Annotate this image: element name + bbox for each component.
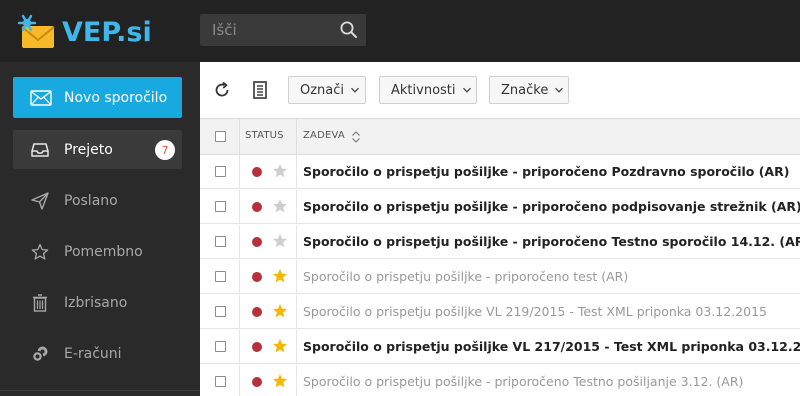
trash-icon [31,293,49,312]
sort-icon[interactable] [351,129,361,143]
select-all-checkbox[interactable] [215,131,226,142]
message-subject: Sporočilo o prispetju pošiljke - priporo… [303,269,629,284]
star-empty-icon[interactable] [272,233,288,249]
status-dot-icon [252,167,262,177]
tags-dropdown-button[interactable]: Značke [489,76,569,104]
row-checkbox[interactable] [215,341,226,352]
table-row[interactable]: Sporočilo o prispetju pošiljke VL 217/20… [200,330,800,364]
column-divider [239,225,240,259]
coins-icon [31,345,49,363]
search-icon[interactable] [339,20,359,40]
status-dot-icon [252,377,262,387]
inbox-icon [31,141,49,159]
star-filled-icon[interactable] [272,373,288,389]
column-divider [296,119,297,155]
column-divider [296,365,297,396]
column-header-status[interactable]: STATUS [245,130,284,141]
row-checkbox[interactable] [215,271,226,282]
column-divider [296,225,297,259]
chevron-down-icon [351,87,359,93]
column-divider [239,365,240,396]
mark-dropdown-button[interactable]: Označi [288,76,366,104]
status-dot-icon [252,307,262,317]
column-divider [296,260,297,294]
star-empty-icon[interactable] [272,163,288,179]
column-divider [239,190,240,224]
table-row[interactable]: Sporočilo o prispetju pošiljke - priporo… [200,260,800,294]
message-subject: Sporočilo o prispetju pošiljke - priporo… [303,199,800,214]
column-divider [239,260,240,294]
status-dot-icon [252,272,262,282]
star-icon [31,243,49,261]
document-list-icon[interactable] [250,80,270,100]
table-row[interactable]: Sporočilo o prispetju pošiljke - priporo… [200,365,800,396]
table-row[interactable]: Sporočilo o prispetju pošiljke - priporo… [200,190,800,224]
compose-label: Novo sporočilo [64,89,168,106]
column-divider [296,295,297,329]
mark-dropdown-label: Označi [300,82,345,98]
message-subject: Sporočilo o prispetju pošiljke VL 217/20… [303,339,800,354]
sidebar-item-label: Poslano [64,192,118,209]
envelope-logo-icon [14,12,60,52]
row-checkbox[interactable] [215,201,226,212]
sidebar-item-sent[interactable]: Poslano [13,181,182,220]
envelope-icon [30,89,52,106]
message-subject: Sporočilo o prispetju pošiljke VL 219/20… [303,304,767,319]
star-filled-icon[interactable] [272,338,288,354]
sidebar-item-inbox[interactable]: Prejeto 7 [13,130,182,169]
search-box [200,14,366,46]
message-subject: Sporočilo o prispetju pošiljke - priporo… [303,234,800,249]
column-divider [239,330,240,364]
row-checkbox[interactable] [215,306,226,317]
refresh-icon[interactable] [212,80,232,100]
column-header-subject[interactable]: ZADEVA [303,130,345,141]
message-subject: Sporočilo o prispetju pošiljke - priporo… [303,374,744,389]
column-divider [296,155,297,189]
sidebar-divider [0,390,200,391]
unread-count-badge: 7 [155,140,175,160]
sidebar-item-label: Izbrisano [64,294,128,311]
status-dot-icon [252,237,262,247]
row-checkbox[interactable] [215,236,226,247]
star-filled-icon[interactable] [272,268,288,284]
logo[interactable]: VEP.si [14,12,184,52]
top-bar: VEP.si [0,0,800,62]
search-input[interactable] [200,14,336,46]
sidebar-item-label: Pomembno [64,243,143,260]
tags-dropdown-label: Značke [501,82,549,98]
chevron-down-icon [555,87,564,93]
table-header: STATUS ZADEVA [200,119,800,155]
star-empty-icon[interactable] [272,198,288,214]
column-divider [296,190,297,224]
column-divider [239,295,240,329]
table-row[interactable]: Sporočilo o prispetju pošiljke VL 219/20… [200,295,800,329]
column-divider [296,330,297,364]
chevron-down-icon [462,87,471,93]
sidebar-item-label: E-računi [64,345,122,362]
message-table: STATUS ZADEVA Sporočilo o prispetju poši… [200,119,800,396]
sidebar-item-label: Prejeto [64,141,113,158]
message-subject: Sporočilo o prispetju pošiljke - priporo… [303,164,790,179]
star-filled-icon[interactable] [272,303,288,319]
activities-dropdown-label: Aktivnosti [391,82,456,98]
send-icon [31,191,49,210]
sidebar-item-important[interactable]: Pomembno [13,232,182,271]
brand-name: VEP.si [62,16,152,48]
activities-dropdown-button[interactable]: Aktivnosti [379,76,477,104]
toolbar: Označi Aktivnosti Značke [200,62,800,119]
table-row[interactable]: Sporočilo o prispetju pošiljke - priporo… [200,155,800,189]
sidebar: Novo sporočilo Prejeto 7 Poslano Pomembn… [0,62,200,396]
column-divider [239,155,240,189]
sidebar-item-einvoices[interactable]: E-računi [13,334,182,373]
sidebar-item-trash[interactable]: Izbrisano [13,283,182,322]
table-row[interactable]: Sporočilo o prispetju pošiljke - priporo… [200,225,800,259]
row-checkbox[interactable] [215,376,226,387]
column-divider [239,119,240,155]
status-dot-icon [252,342,262,352]
compose-button[interactable]: Novo sporočilo [13,77,182,118]
status-dot-icon [252,202,262,212]
row-checkbox[interactable] [215,166,226,177]
